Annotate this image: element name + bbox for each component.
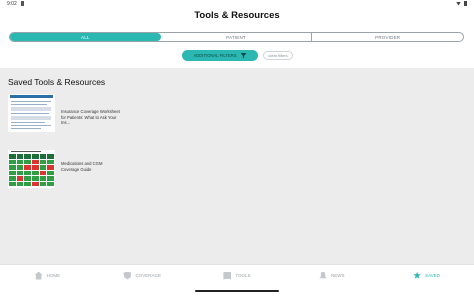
grid-cell xyxy=(39,176,47,181)
grid-cell xyxy=(39,170,47,175)
grid-cell xyxy=(9,159,16,164)
doc-line xyxy=(11,128,41,129)
additional-filters-button[interactable]: ADDITIONAL FILTERS xyxy=(182,50,258,61)
book-icon xyxy=(223,271,232,280)
nav-news[interactable]: NEWS xyxy=(284,265,379,286)
grid-cell xyxy=(24,170,31,175)
grid-cell xyxy=(16,165,24,170)
grid-cell xyxy=(9,181,16,186)
saved-item-label: Insurance Coverage Worksheet for Patient… xyxy=(61,109,120,126)
grid-cell xyxy=(47,165,54,170)
grid-cell xyxy=(24,154,31,159)
grid-cell xyxy=(9,176,16,181)
grid-cell xyxy=(47,154,54,159)
coverage-grid xyxy=(9,154,54,186)
grid-cell xyxy=(24,159,31,164)
nav-label: TOOLS xyxy=(235,273,251,278)
saved-item-label: Medications and CGM Coverage Guide xyxy=(61,161,103,172)
grid-cell xyxy=(39,181,47,186)
nav-tools[interactable]: TOOLS xyxy=(190,265,285,286)
nav-label: COVERAGE xyxy=(135,273,161,278)
bell-icon xyxy=(319,271,328,279)
grid-cell xyxy=(39,159,47,164)
funnel-icon xyxy=(240,53,247,58)
nav-home[interactable]: HOME xyxy=(0,265,95,286)
grid-cell xyxy=(16,181,24,186)
wifi-icon xyxy=(456,1,461,6)
grid-cell xyxy=(24,176,31,181)
grid-cell xyxy=(39,154,47,159)
grid-cell xyxy=(31,154,39,159)
audience-segmented-control: ALL PATIENT PROVIDER xyxy=(9,32,464,42)
saved-panel: Saved Tools & Resources Insurance Covera… xyxy=(0,68,474,264)
grid-cell xyxy=(31,176,39,181)
doc-line xyxy=(11,122,45,123)
gesture-bar[interactable] xyxy=(195,290,279,292)
doc-header-band xyxy=(10,95,53,98)
shield-check-icon xyxy=(123,271,132,280)
coverage-grid-thumbnail xyxy=(8,150,55,188)
grid-cell xyxy=(31,159,39,164)
doc-box xyxy=(11,107,51,111)
additional-filters-label: ADDITIONAL FILTERS xyxy=(193,53,237,58)
sim-card-icon xyxy=(21,1,24,6)
doc-line xyxy=(11,104,47,105)
grid-cell xyxy=(47,170,54,175)
segment-provider[interactable]: PROVIDER xyxy=(312,33,463,41)
status-bar: 9:02 xyxy=(0,0,474,8)
doc-box xyxy=(11,116,51,120)
grid-cell xyxy=(16,170,24,175)
grid-cell xyxy=(16,159,24,164)
star-icon xyxy=(413,271,421,279)
nav-coverage[interactable]: COVERAGE xyxy=(95,265,190,286)
grid-cell xyxy=(31,170,39,175)
nav-saved[interactable]: SAVED xyxy=(379,265,474,286)
grid-cell xyxy=(47,181,54,186)
doc-line xyxy=(11,125,51,126)
grid-cell xyxy=(9,165,16,170)
status-time: 9:02 xyxy=(7,1,17,7)
bottom-navigation: HOME COVERAGE TOOLS NEWS SAVED xyxy=(0,264,474,286)
grid-cell xyxy=(24,165,31,170)
home-icon xyxy=(34,271,43,280)
segment-all[interactable]: ALL xyxy=(10,33,161,41)
grid-cell xyxy=(24,181,31,186)
grid-cell xyxy=(47,176,54,181)
document-thumbnail xyxy=(8,94,55,132)
grid-cell xyxy=(47,159,54,164)
saved-item-insurance-worksheet[interactable]: Insurance Coverage Worksheet for Patient… xyxy=(8,94,158,136)
page-title: Tools & Resources xyxy=(194,10,280,21)
segment-patient[interactable]: PATIENT xyxy=(161,33,312,41)
grid-cell xyxy=(39,165,47,170)
saved-section-title: Saved Tools & Resources xyxy=(8,77,106,87)
grid-cell xyxy=(9,154,16,159)
grid-cell xyxy=(9,170,16,175)
status-icons xyxy=(456,1,467,6)
grid-cell xyxy=(31,165,39,170)
battery-icon xyxy=(464,1,467,6)
grid-cell xyxy=(31,181,39,186)
nav-label: HOME xyxy=(46,273,61,278)
doc-line xyxy=(11,151,41,152)
grid-cell xyxy=(16,176,24,181)
filter-row: ADDITIONAL FILTERS clear filters xyxy=(0,50,474,62)
grid-cell xyxy=(16,154,24,159)
nav-label: NEWS xyxy=(331,273,345,278)
doc-line xyxy=(11,113,49,114)
doc-line xyxy=(11,101,51,102)
nav-label: SAVED xyxy=(425,273,441,278)
saved-item-medications-cgm-guide[interactable]: Medications and CGM Coverage Guide xyxy=(8,150,158,192)
clear-filters-button[interactable]: clear filters xyxy=(263,51,293,60)
